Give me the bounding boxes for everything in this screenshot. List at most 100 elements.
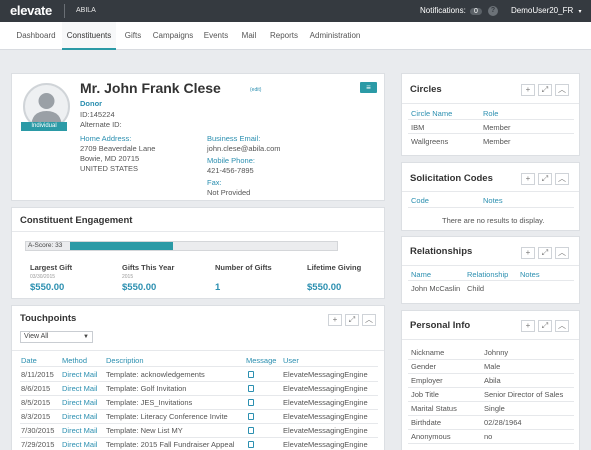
notifications-count-badge: 0 xyxy=(470,8,482,15)
circle-name: Wallgreens xyxy=(411,137,449,146)
column-date[interactable]: Date xyxy=(21,356,37,365)
gifts-this-year-label: Gifts This Year xyxy=(122,263,175,272)
collapse-icon[interactable]: ︿ xyxy=(555,247,569,259)
touchpoint-method[interactable]: Direct Mail xyxy=(62,440,97,449)
touchpoint-method[interactable]: Direct Mail xyxy=(62,426,97,435)
touchpoint-description: Template: acknowledgements xyxy=(106,370,205,379)
notifications-link[interactable]: Notifications: 0 xyxy=(420,6,482,15)
alternate-id: Alternate ID: xyxy=(80,120,122,129)
divider xyxy=(408,443,574,444)
user-menu[interactable]: DemoUser20_FR ▾ xyxy=(511,6,582,15)
column-circle-name[interactable]: Circle Name xyxy=(411,109,452,118)
profile-menu-button[interactable]: ≡ xyxy=(360,82,377,93)
column-user[interactable]: User xyxy=(283,356,299,365)
filter-selected-value: View All xyxy=(24,333,49,340)
tab-campaigns[interactable]: Campaigns xyxy=(150,22,196,50)
business-email[interactable]: john.clese@abila.com xyxy=(207,144,280,153)
divider xyxy=(20,437,378,438)
column-notes[interactable]: Notes xyxy=(520,270,540,279)
gifts-this-year-value[interactable]: $550.00 xyxy=(122,282,156,293)
personal-info-label: Job Title xyxy=(411,390,439,399)
personal-info-label: Birthdate xyxy=(411,418,442,427)
column-method[interactable]: Method xyxy=(62,356,87,365)
divider xyxy=(408,119,574,120)
touchpoint-filter-select[interactable]: View All ▼ xyxy=(20,331,93,343)
column-description[interactable]: Description xyxy=(106,356,144,365)
address-line-1: 2709 Beaverdale Lane xyxy=(80,144,156,153)
divider xyxy=(402,103,579,104)
touchpoint-user: ElevateMessagingEngine xyxy=(283,412,368,421)
message-icon[interactable] xyxy=(248,441,254,448)
add-button[interactable]: + xyxy=(521,247,535,259)
touchpoint-method[interactable]: Direct Mail xyxy=(62,398,97,407)
tab-gifts[interactable]: Gifts xyxy=(118,22,148,50)
add-button[interactable]: + xyxy=(328,314,342,326)
collapse-icon[interactable]: ︿ xyxy=(362,314,376,326)
personal-info-label: Nickname xyxy=(411,348,445,357)
touchpoint-date: 7/29/2015 xyxy=(21,440,55,449)
hamburger-icon: ≡ xyxy=(366,83,371,92)
message-icon[interactable] xyxy=(248,413,254,420)
number-of-gifts-value[interactable]: 1 xyxy=(215,282,220,293)
elevate-logo[interactable]: elevate xyxy=(10,3,52,18)
tab-events[interactable]: Events xyxy=(199,22,233,50)
touchpoint-method[interactable]: Direct Mail xyxy=(62,370,97,379)
collapse-icon[interactable]: ︿ xyxy=(555,173,569,185)
main-nav: Dashboard Constituents Gifts Campaigns E… xyxy=(0,22,591,50)
lifetime-giving-value[interactable]: $550.00 xyxy=(307,282,341,293)
individual-badge: Individual xyxy=(21,122,67,131)
divider xyxy=(12,350,384,351)
collapse-icon[interactable]: ︿ xyxy=(555,84,569,96)
tab-constituents[interactable]: Constituents xyxy=(62,22,116,50)
personal-info-value: Abila xyxy=(484,376,501,385)
add-button[interactable]: + xyxy=(521,320,535,332)
collapse-icon[interactable]: ︿ xyxy=(555,320,569,332)
expand-icon[interactable]: ⤢ xyxy=(538,320,552,332)
touchpoint-method[interactable]: Direct Mail xyxy=(62,412,97,421)
relationship-name[interactable]: John McCaslin xyxy=(411,284,460,293)
message-icon[interactable] xyxy=(248,399,254,406)
personal-info-value: Senior Director of Sales xyxy=(484,390,564,399)
a-score-label: A-Score: 33 xyxy=(28,242,63,249)
largest-gift-value[interactable]: $550.00 xyxy=(30,282,64,293)
add-button[interactable]: + xyxy=(521,84,535,96)
touchpoint-date: 8/6/2015 xyxy=(21,384,51,393)
personal-info-value: 02/28/1964 xyxy=(484,418,522,427)
help-icon[interactable]: ? xyxy=(488,6,498,16)
chevron-down-icon: ▾ xyxy=(578,9,582,15)
organization-name: ABILA xyxy=(76,7,96,14)
add-button[interactable]: + xyxy=(521,173,535,185)
divider xyxy=(12,231,384,232)
fax-value: Not Provided xyxy=(207,188,251,197)
expand-icon[interactable]: ⤢ xyxy=(345,314,359,326)
edit-name-link[interactable]: (edit) xyxy=(250,87,261,93)
tab-administration[interactable]: Administration xyxy=(306,22,364,50)
fax-label: Fax: xyxy=(207,178,222,187)
touchpoint-user: ElevateMessagingEngine xyxy=(283,398,368,407)
column-relationship[interactable]: Relationship xyxy=(467,270,508,279)
message-icon[interactable] xyxy=(248,427,254,434)
expand-icon[interactable]: ⤢ xyxy=(538,84,552,96)
column-code[interactable]: Code xyxy=(411,196,429,205)
divider xyxy=(20,409,378,410)
message-icon[interactable] xyxy=(248,385,254,392)
expand-icon[interactable]: ⤢ xyxy=(538,247,552,259)
message-icon[interactable] xyxy=(248,371,254,378)
user-name: DemoUser20_FR xyxy=(511,6,574,15)
column-role[interactable]: Role xyxy=(483,109,498,118)
personal-info-value: Male xyxy=(484,362,501,371)
divider xyxy=(402,339,579,340)
tab-mail[interactable]: Mail xyxy=(236,22,262,50)
column-notes[interactable]: Notes xyxy=(483,196,503,205)
column-name[interactable]: Name xyxy=(411,270,431,279)
expand-icon[interactable]: ⤢ xyxy=(538,173,552,185)
touchpoint-method[interactable]: Direct Mail xyxy=(62,384,97,393)
personal-info-value: Johnny xyxy=(484,348,509,357)
touchpoint-description: Template: Literacy Conference Invite xyxy=(106,412,228,421)
column-message[interactable]: Message xyxy=(246,356,276,365)
tab-dashboard[interactable]: Dashboard xyxy=(10,22,62,50)
tab-reports[interactable]: Reports xyxy=(266,22,302,50)
largest-gift-date: 03/30/2015 xyxy=(30,274,56,280)
profile-card: Individual Mr. John Frank Clese (edit) ≡… xyxy=(11,73,385,201)
gifts-this-year-date: 2015 xyxy=(122,274,134,280)
